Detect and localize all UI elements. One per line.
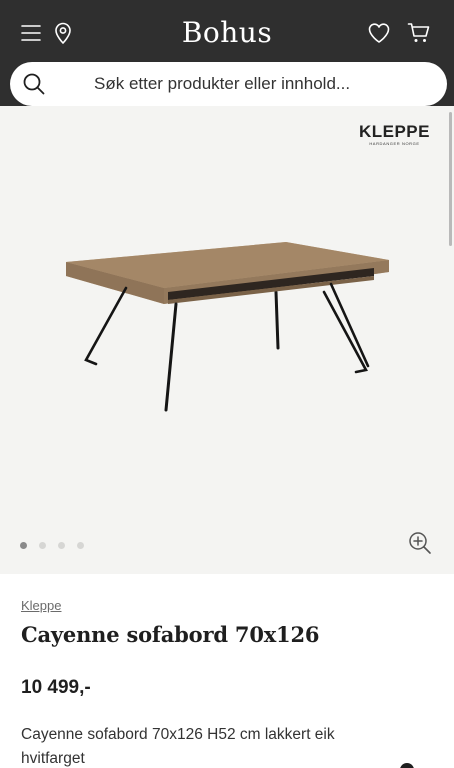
zoom-in-icon[interactable] [407,530,433,556]
gallery-dot[interactable] [77,542,84,549]
cart-button[interactable] [404,18,434,48]
cart-icon [407,23,430,42]
brand-logo-text: KLEPPE [358,122,430,141]
product-price: 10 499,- [21,677,91,698]
chat-button[interactable] [400,763,414,768]
heart-icon [368,23,390,43]
brand-logo-subtext: HARDANGER NORGE [369,141,420,146]
gallery-dot[interactable] [58,542,65,549]
brand-logo: KLEPPE HARDANGER NORGE [359,122,430,146]
product-image [66,242,389,412]
gallery-dot[interactable] [39,542,46,549]
search-icon [23,73,45,95]
product-description: Cayenne sofabord 70x126 H52 cm lakkert e… [21,726,335,767]
product-title: Cayenne sofabord 70x126 [21,622,320,647]
wishlist-button[interactable] [364,18,394,48]
product-info: Kleppe Cayenne sofabord 70x126 10 499,- … [0,574,454,768]
brand-link[interactable]: Kleppe [21,598,61,613]
search-bar[interactable] [10,62,447,106]
scrollbar[interactable] [449,112,452,246]
gallery-pagination [20,542,84,549]
gallery-dot[interactable] [20,542,27,549]
product-image-gallery[interactable]: KLEPPE HARDANGER NORGE [0,106,454,574]
search-input[interactable] [94,62,424,106]
